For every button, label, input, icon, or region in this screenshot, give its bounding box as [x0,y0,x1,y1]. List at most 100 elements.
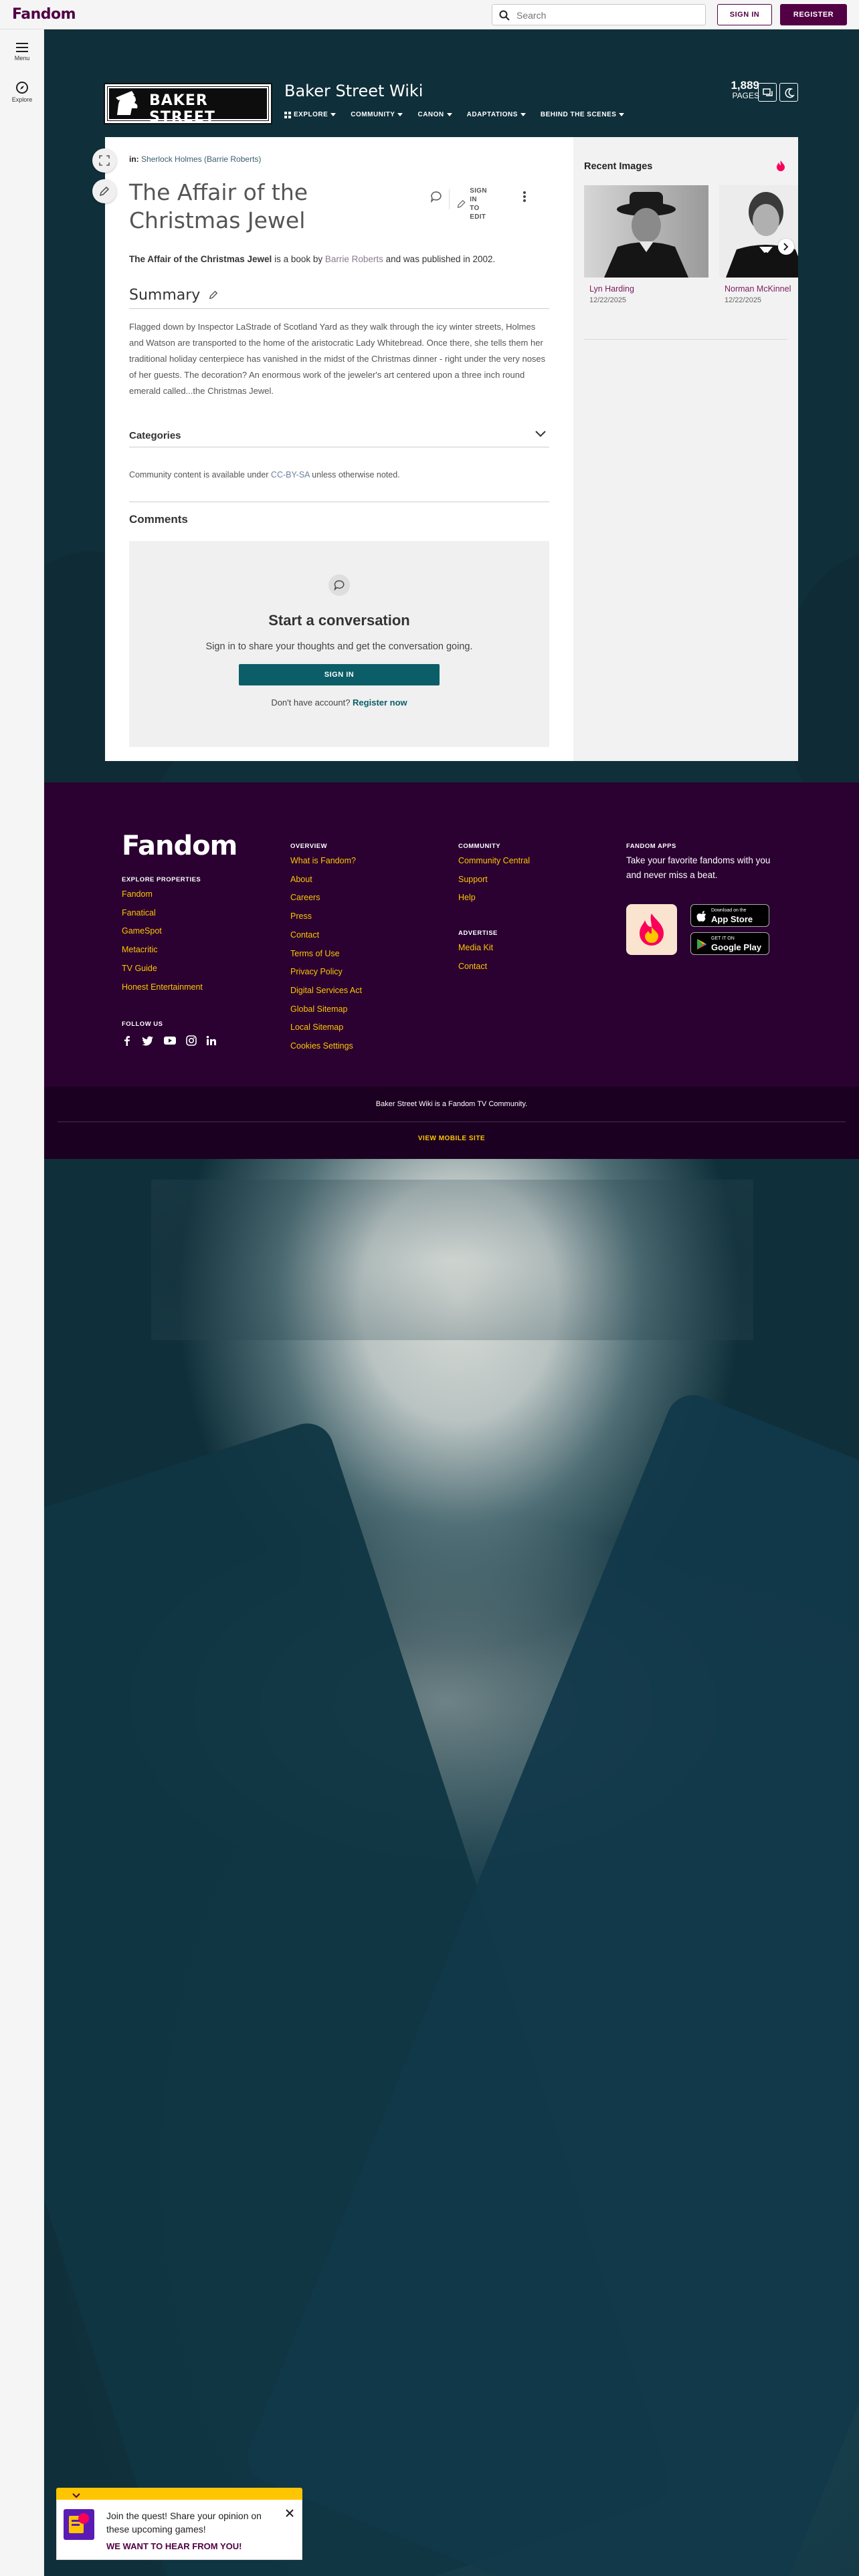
fandom-logo[interactable]: Fandom [12,6,76,23]
facebook-icon[interactable] [122,1035,132,1046]
footer-link[interactable]: Terms of Use [290,945,362,964]
fandom-flame-icon [777,160,785,171]
footer-link[interactable]: Honest Entertainment [122,978,203,997]
comments-sign-in-button[interactable]: SIGN IN [239,664,440,685]
convo-title: Start a conversation [268,612,410,629]
explore-properties-list: Fandom Fanatical GameSpot Metacritic TV … [122,885,203,996]
search-input[interactable] [516,9,697,22]
discussions-button[interactable] [758,83,777,102]
search-box[interactable] [492,4,706,25]
grid-icon [284,111,291,118]
footer-link[interactable]: Contact [458,958,493,976]
twitter-icon[interactable] [142,1035,154,1046]
social-links [122,1035,217,1046]
quest-cta-link[interactable]: WE WANT TO HEAR FROM YOU! [106,2541,242,2551]
silhouette-icon [116,91,138,115]
recent-image-name[interactable]: Norman McKinnel [719,284,798,294]
footer-link[interactable]: Fandom [122,885,203,904]
recent-image-card[interactable]: Lyn Harding 12/22/2025 [584,185,708,304]
global-navigation: Fandom SIGN IN REGISTER [0,0,859,29]
community-heading: COMMUNITY [458,843,501,850]
footer-link[interactable]: GameSpot [122,922,203,941]
footer-link[interactable]: Contact [290,926,362,945]
explore-button[interactable]: Explore [0,82,44,103]
theme-toggle-button[interactable] [779,83,798,102]
footer-link[interactable]: TV Guide [122,960,203,978]
tab-community[interactable]: COMMUNITY [351,111,403,118]
breadcrumb-link[interactable]: Sherlock Holmes (Barrie Roberts) [141,154,261,164]
convo-subtitle: Sign in to share your thoughts and get t… [205,641,473,652]
categories-toggle[interactable]: Categories [129,423,549,447]
tab-explore[interactable]: EXPLORE [284,111,337,118]
summary-heading: Summary [129,287,218,304]
comments-box: Start a conversation Sign in to share yo… [129,541,549,747]
footer-link[interactable]: Local Sitemap [290,1018,362,1037]
comment-bubble-icon [328,574,350,596]
wiki-logo[interactable]: BAKER STREET [104,83,272,126]
youtube-icon[interactable] [163,1035,177,1046]
app-store-button[interactable]: Download on the App Store [690,904,769,927]
register-now-link[interactable]: Register now [353,697,407,708]
carousel-next-button[interactable] [778,239,794,255]
comment-icon[interactable] [430,191,442,203]
comments-heading: Comments [129,513,188,526]
wiki-name[interactable]: Baker Street Wiki [284,82,423,100]
footer-link[interactable]: Fanatical [122,904,203,923]
recent-image-date: 12/22/2025 [589,296,627,304]
quest-notification: Join the quest! Share your opinion on th… [56,2488,302,2560]
discussions-icon [763,88,773,96]
fullscreen-button[interactable] [92,148,116,173]
tab-canon[interactable]: CANON [417,111,452,118]
license-link[interactable]: CC-BY-SA [271,470,310,479]
edit-section-icon[interactable] [209,290,218,300]
wiki-logo-text: BAKER STREET [149,92,215,126]
overview-list: What is Fandom? About Careers Press Cont… [290,852,362,1056]
footer-link[interactable]: Community Central [458,852,530,871]
sign-in-button[interactable]: SIGN IN [717,4,772,25]
quest-text: Join the quest! Share your opinion on th… [106,2510,262,2535]
advertise-list: Media Kit Contact [458,939,493,976]
summary-text: Flagged down by Inspector LaStrade of Sc… [129,322,546,396]
chevron-down-icon [72,2493,80,2498]
right-rail: Recent Images Lyn Harding 12/22/2025 Nor… [573,137,798,761]
linkedin-icon[interactable] [206,1035,217,1046]
footer-link[interactable]: Metacritic [122,941,203,960]
footer-fandom-logo[interactable]: Fandom [122,831,237,861]
footer-link[interactable]: About [290,871,362,889]
follow-us-heading: FOLLOW US [122,1021,163,1028]
sign-in-to-edit-button[interactable]: SIGN IN TO EDIT [457,187,490,221]
footer-link[interactable]: Cookies Settings [290,1037,362,1056]
footer-link[interactable]: Global Sitemap [290,1000,362,1019]
footer-link[interactable]: Help [458,889,530,907]
register-button[interactable]: REGISTER [780,4,847,25]
footer-link[interactable]: Media Kit [458,939,493,958]
pencil-icon [457,200,466,208]
close-icon[interactable] [286,2509,294,2517]
search-icon [499,10,510,21]
tab-adaptations[interactable]: ADAPTATIONS [467,111,526,118]
recent-image-photo[interactable] [584,185,708,278]
google-play-button[interactable]: GET IT ON Google Play [690,932,769,955]
edit-tool-button[interactable] [92,179,116,203]
footer-link[interactable]: Privacy Policy [290,963,362,982]
recent-image-name[interactable]: Lyn Harding [584,284,708,294]
footer-link[interactable]: Careers [290,889,362,907]
menu-button[interactable]: Menu [0,43,44,62]
footer: Fandom EXPLORE PROPERTIES Fandom Fanatic… [44,782,859,1087]
recent-image-photo[interactable] [719,185,798,278]
more-options-icon[interactable] [522,191,527,203]
instagram-icon[interactable] [186,1035,197,1046]
chevron-down-icon [446,113,452,116]
view-mobile-site-link[interactable]: VIEW MOBILE SITE [44,1135,859,1142]
footer-link[interactable]: Press [290,907,362,926]
footer-link[interactable]: Digital Services Act [290,982,362,1000]
pencil-icon [99,186,110,197]
footer-bottom: Baker Street Wiki is a Fandom TV Communi… [44,1087,859,1159]
left-rail: Menu Explore [0,29,44,2576]
fandom-app-icon[interactable] [626,904,677,955]
author-link[interactable]: Barrie Roberts [325,254,383,264]
explore-label: Explore [11,96,33,103]
footer-link[interactable]: Support [458,871,530,889]
tab-behind-the-scenes[interactable]: BEHIND THE SCENES [541,111,625,118]
footer-link[interactable]: What is Fandom? [290,852,362,871]
